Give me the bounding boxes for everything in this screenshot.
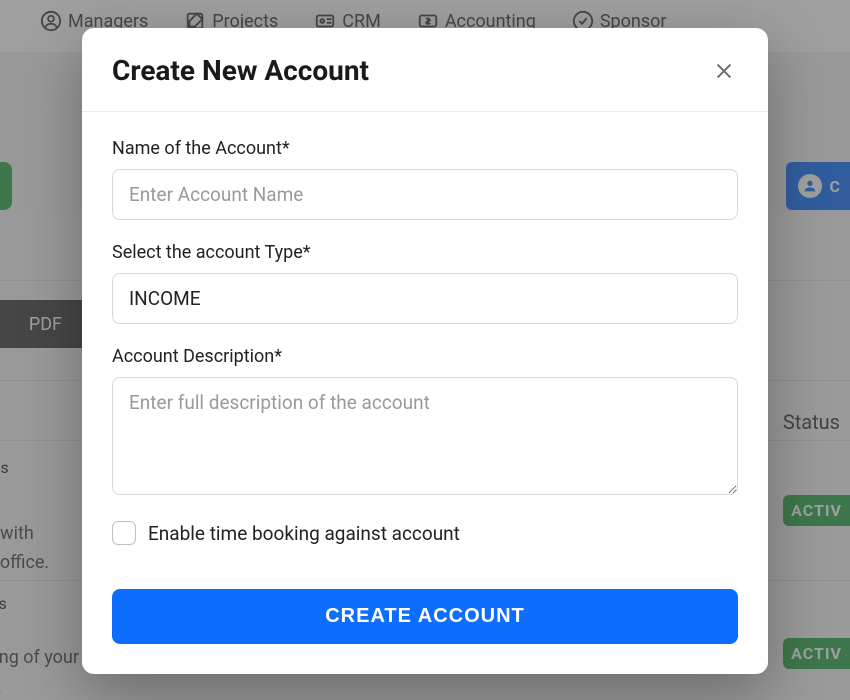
- checkbox-label: Enable time booking against account: [148, 522, 460, 545]
- create-account-modal: Create New Account Name of the Account* …: [82, 28, 768, 674]
- close-icon: [713, 60, 735, 82]
- checkbox-icon[interactable]: [112, 521, 136, 545]
- modal-header: Create New Account: [82, 28, 768, 112]
- account-description-textarea[interactable]: [112, 377, 738, 495]
- modal-title: Create New Account: [112, 54, 369, 87]
- field-account-name: Name of the Account*: [112, 138, 738, 220]
- account-name-input[interactable]: [112, 169, 738, 220]
- field-account-description: Account Description*: [112, 346, 738, 499]
- create-account-button[interactable]: CREATE ACCOUNT: [112, 589, 738, 644]
- field-account-type: Select the account Type*: [112, 242, 738, 324]
- close-button[interactable]: [710, 57, 738, 85]
- account-type-label: Select the account Type*: [112, 242, 738, 263]
- account-type-select[interactable]: [112, 273, 738, 324]
- modal-body: Name of the Account* Select the account …: [82, 112, 768, 674]
- account-name-label: Name of the Account*: [112, 138, 738, 159]
- time-booking-checkbox-row[interactable]: Enable time booking against account: [112, 521, 738, 545]
- create-account-button-label: CREATE ACCOUNT: [325, 605, 525, 627]
- account-description-label: Account Description*: [112, 346, 738, 367]
